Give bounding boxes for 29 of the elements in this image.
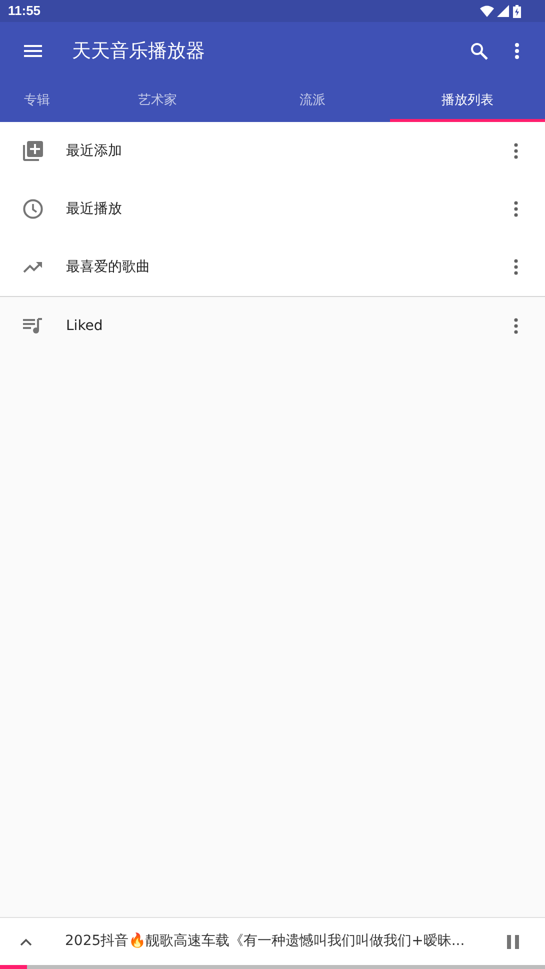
menu-icon — [24, 45, 42, 57]
more-icon — [515, 43, 519, 59]
song-title: 2025抖音🔥靓歌高速车载《有一种遗憾叫我们叫做我们+暧昧... — [65, 932, 465, 951]
more-icon — [514, 259, 518, 275]
playlist-row[interactable]: 最喜爱的歌曲 — [0, 238, 545, 296]
playlist-name: 最近播放 — [66, 200, 123, 218]
signal-icon — [497, 5, 509, 17]
tab[interactable]: 艺术家 — [80, 80, 235, 122]
tab[interactable]: 流派 — [235, 80, 390, 122]
more-icon — [514, 201, 518, 217]
playlist-row[interactable]: Liked — [0, 297, 545, 355]
tab[interactable]: 专辑 — [0, 80, 80, 122]
more-icon — [514, 143, 518, 159]
playlist-name: 最喜爱的歌曲 — [66, 258, 151, 276]
app-title: 天天音乐播放器 — [72, 38, 205, 64]
clock-icon — [23, 199, 43, 219]
chevron-up-icon — [20, 938, 32, 946]
playlist-icon — [23, 318, 43, 334]
search-icon — [470, 42, 488, 60]
status-time: 11:55 — [8, 2, 41, 20]
trending-up-icon — [23, 261, 43, 273]
playlist-row[interactable]: 最近添加 — [0, 122, 545, 180]
more-icon — [514, 318, 518, 334]
wifi-icon — [480, 5, 494, 17]
add-to-library-icon — [23, 141, 43, 161]
playlist-row[interactable]: 最近播放 — [0, 180, 545, 238]
playlist-name: 最近添加 — [66, 142, 123, 160]
playlist-name: Liked — [66, 316, 104, 336]
battery-icon — [513, 4, 521, 18]
